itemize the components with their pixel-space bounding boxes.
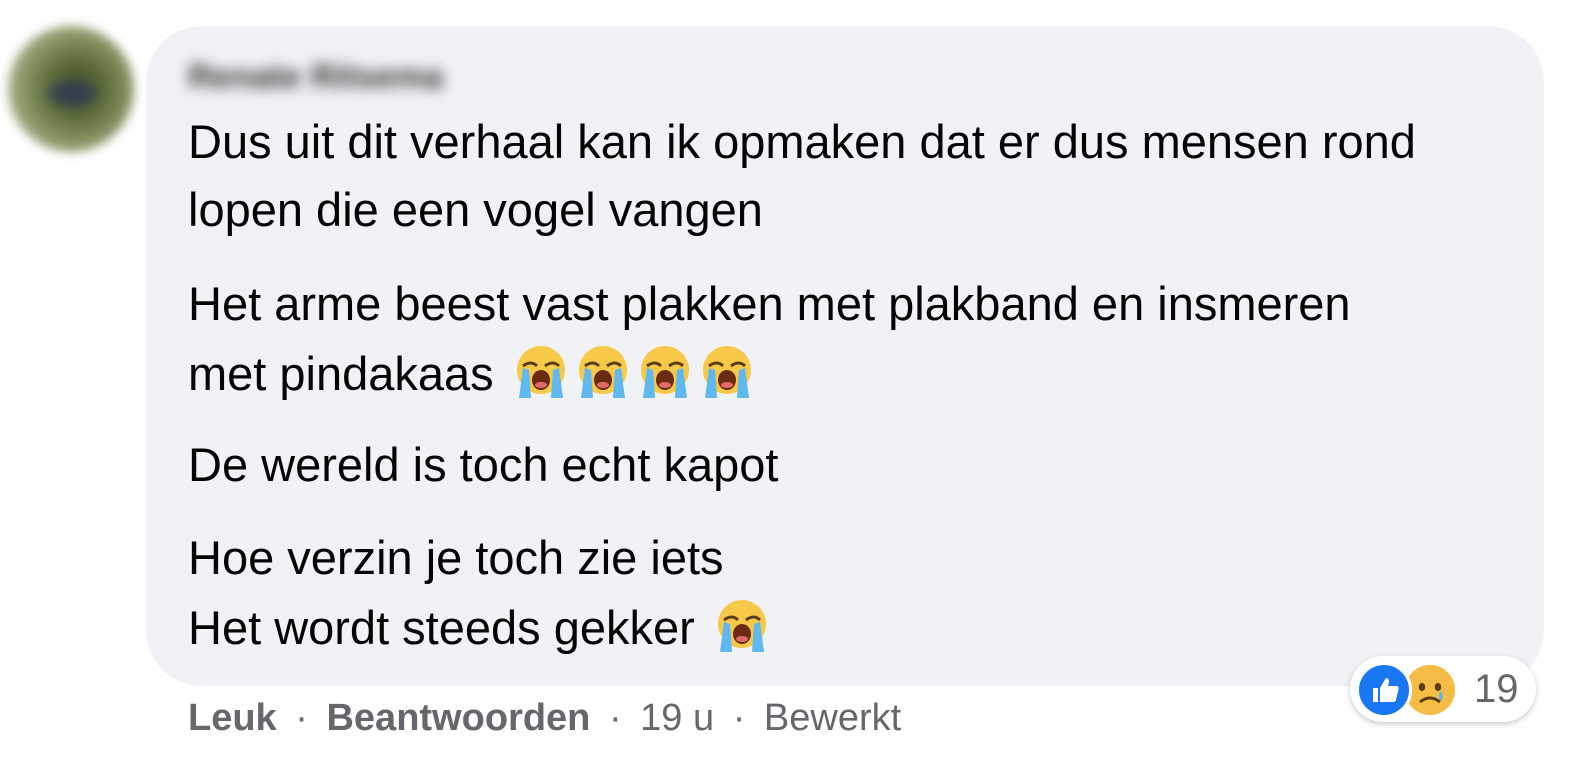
reactions-summary[interactable]: 19: [1350, 656, 1536, 722]
loudly-crying-face-icon: [699, 344, 755, 400]
comment-text-line: De wereld is toch echt kapot: [188, 437, 778, 493]
like-icon: [1356, 662, 1412, 718]
loudly-crying-face-icon: [575, 344, 631, 400]
reply-link[interactable]: Beantwoorden: [326, 697, 590, 739]
author-name[interactable]: Renate Ritsema: [188, 58, 443, 102]
edited-label[interactable]: Bewerkt: [764, 697, 901, 739]
comment-text: Het wordt steeds gekker: [188, 601, 695, 654]
loudly-crying-face-icon: [513, 344, 569, 400]
separator: ·: [608, 697, 622, 739]
comment-container: Renate Ritsema Dus uit dit verhaal kan i…: [0, 0, 1586, 766]
comment-text-line: met pindakaas: [188, 344, 755, 402]
comment-text: met pindakaas: [188, 347, 494, 400]
loudly-crying-face-icon: [714, 598, 770, 654]
comment-text-line: Hoe verzin je toch zie iets: [188, 530, 724, 586]
comment-text-line: Het arme beest vast plakken met plakband…: [188, 276, 1351, 332]
separator: ·: [295, 697, 308, 739]
loudly-crying-face-icon: [637, 344, 693, 400]
comment-text: De wereld is toch echt kapot: [188, 438, 779, 491]
comment-actions: Leuk · Beantwoorden · 19 u · Bewerkt: [188, 696, 901, 740]
avatar[interactable]: [8, 26, 134, 152]
comment-text-line: Dus uit dit verhaal kan ik opmaken dat e…: [188, 114, 1416, 170]
comment-text: lopen die een vogel vangen: [188, 183, 763, 236]
like-link[interactable]: Leuk: [188, 697, 277, 739]
timestamp-link[interactable]: 19 u: [640, 697, 714, 739]
comment-text-line: lopen die een vogel vangen: [188, 182, 763, 238]
comment-text: Het arme beest vast plakken met plakband…: [188, 277, 1351, 330]
comment-text: Dus uit dit verhaal kan ik opmaken dat e…: [188, 115, 1416, 168]
separator: ·: [732, 697, 746, 739]
reaction-count: 19: [1474, 667, 1519, 711]
comment-text-line: Het wordt steeds gekker: [188, 598, 770, 656]
comment-text: Hoe verzin je toch zie iets: [188, 531, 724, 584]
